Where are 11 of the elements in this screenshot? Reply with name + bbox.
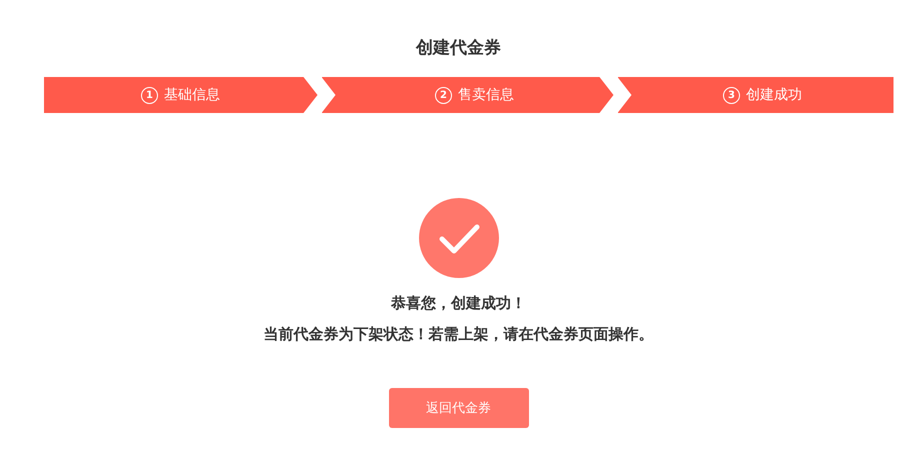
- step-label: 创建成功: [746, 86, 802, 104]
- step-label: 基础信息: [164, 86, 220, 104]
- step-number: 3: [723, 86, 740, 104]
- success-check-icon: [418, 198, 498, 278]
- page-title: 创建代金券: [416, 37, 501, 60]
- step-label: 售卖信息: [458, 86, 514, 104]
- success-message: 当前代金券为下架状态！若需上架，请在代金券页面操作。: [264, 325, 654, 344]
- success-headline: 恭喜您，创建成功！: [391, 294, 526, 313]
- step-number: 2: [435, 86, 452, 104]
- step-number: 1: [141, 86, 158, 104]
- back-button[interactable]: 返回代金券: [388, 388, 528, 428]
